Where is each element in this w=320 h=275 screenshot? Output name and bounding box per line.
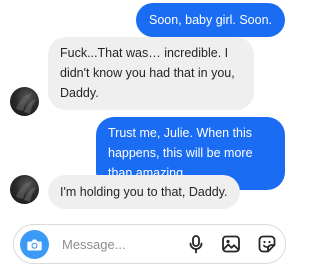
avatar[interactable] [10, 87, 39, 116]
avatar[interactable] [10, 175, 39, 204]
avatar-photo-icon [16, 181, 36, 202]
gallery-button[interactable] [221, 234, 241, 254]
sticker-button[interactable] [257, 234, 277, 254]
message-input[interactable] [62, 233, 182, 255]
image-icon [222, 235, 240, 253]
incoming-message-bubble[interactable]: I'm holding you to that, Daddy. [48, 175, 240, 209]
camera-button[interactable] [20, 230, 49, 259]
message-composer [13, 224, 286, 264]
microphone-icon [189, 235, 203, 254]
outgoing-message-bubble[interactable]: Soon, baby girl. Soon. [136, 3, 285, 37]
incoming-message-bubble[interactable]: Fuck...That was… incredible. I didn't kn… [48, 37, 254, 110]
microphone-button[interactable] [186, 234, 206, 254]
sticker-icon [258, 235, 276, 253]
avatar-photo-icon [16, 93, 36, 114]
camera-icon [27, 239, 42, 251]
